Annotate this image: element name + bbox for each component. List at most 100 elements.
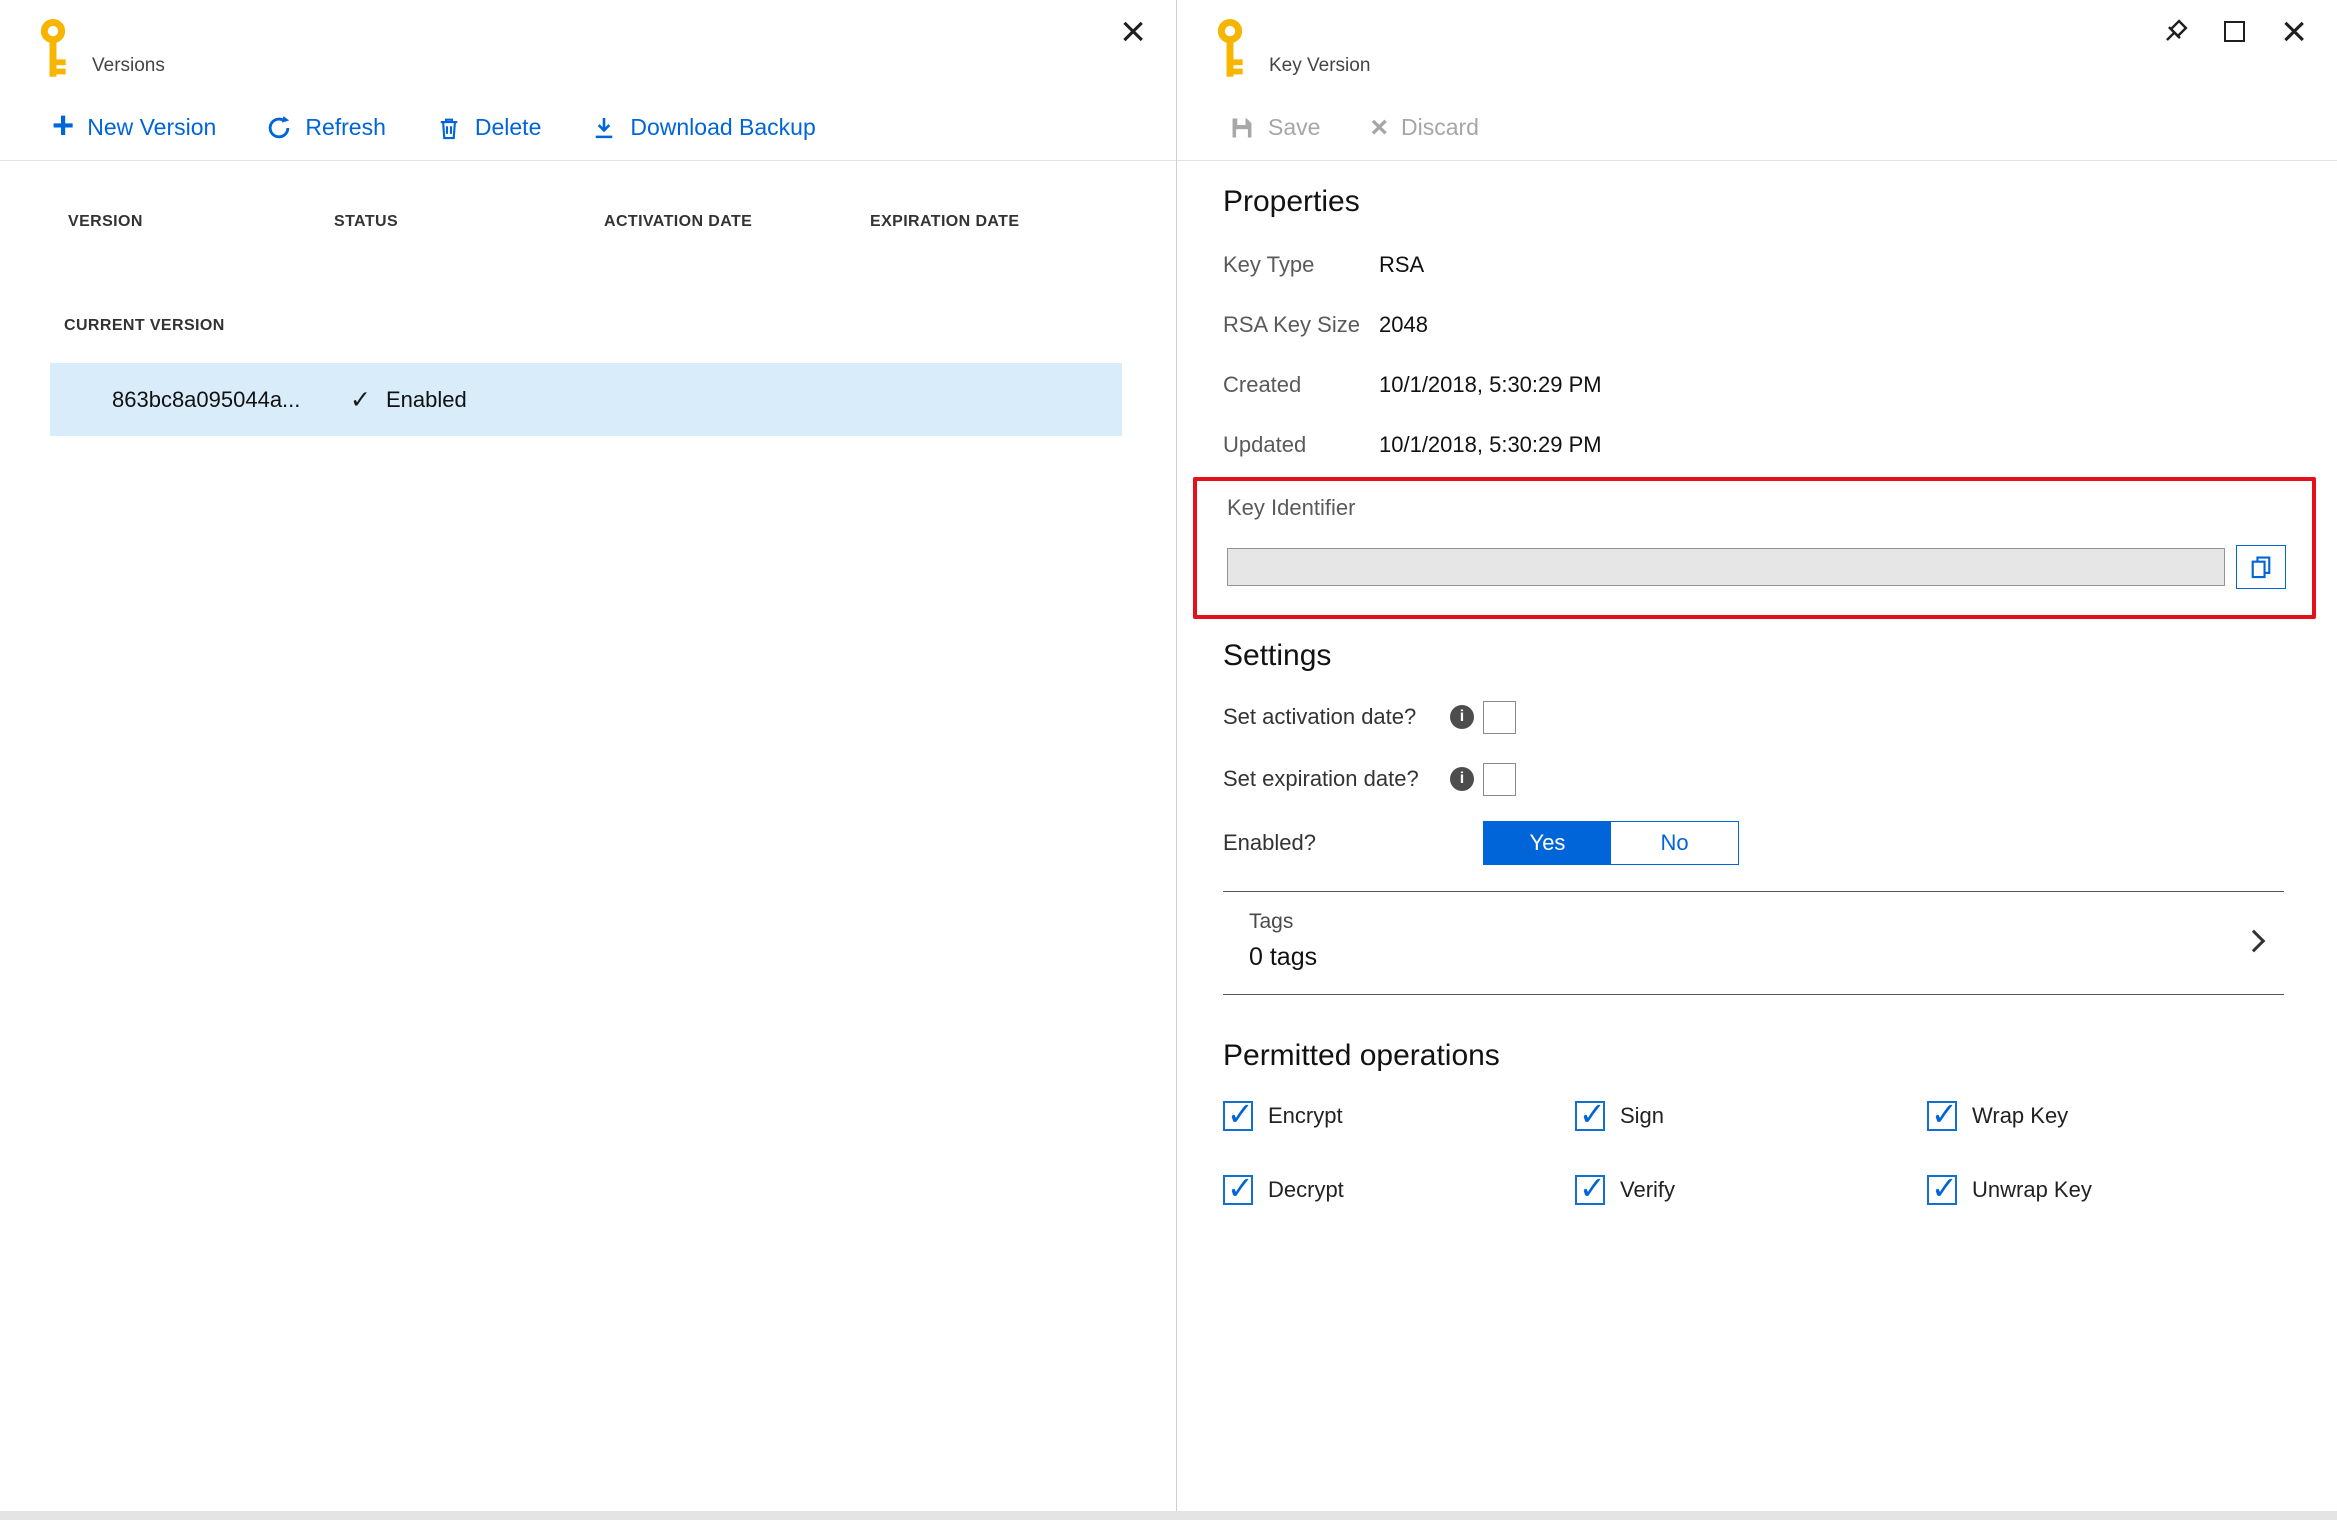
tags-text: Tags 0 tags	[1249, 910, 1317, 972]
field-key-type: Key Type RSA	[1223, 251, 2284, 279]
close-icon[interactable]: ×	[1120, 9, 1146, 53]
window-bottom-edge	[0, 1511, 2337, 1520]
info-icon[interactable]: i	[1450, 705, 1474, 729]
info-icon[interactable]: i	[1450, 767, 1474, 791]
op-label: Verify	[1620, 1177, 1676, 1202]
column-header-version: VERSION	[68, 213, 143, 230]
sign-checkbox[interactable]	[1575, 1095, 1606, 1133]
refresh-button[interactable]: Refresh	[266, 114, 386, 141]
set-activation-label: Set activation date?	[1223, 704, 1417, 729]
close-icon[interactable]: ×	[2281, 9, 2307, 53]
versions-panel-header: Versions ×	[0, 0, 1176, 95]
column-header-status: STATUS	[334, 213, 399, 230]
key-identifier-row	[1227, 545, 2286, 589]
versions-table-header: VERSION STATUS ACTIVATION DATE EXPIRATIO…	[0, 213, 1176, 231]
op-wrap-key: Wrap Key	[1927, 1095, 2284, 1133]
versions-panel: Versions × + New Version Refresh Delete …	[0, 0, 1177, 1520]
versions-toolbar: + New Version Refresh Delete Download Ba…	[0, 95, 1176, 161]
delete-button[interactable]: Delete	[436, 114, 541, 141]
op-sign: Sign	[1575, 1095, 1927, 1133]
op-label: Unwrap Key	[1972, 1177, 2092, 1202]
permitted-operations-heading: Permitted operations	[1223, 1039, 1500, 1072]
key-vault-window: Versions × + New Version Refresh Delete …	[0, 0, 2337, 1520]
op-label: Decrypt	[1268, 1177, 1344, 1202]
op-verify: Verify	[1575, 1169, 1927, 1207]
versions-panel-title: Versions	[92, 55, 165, 76]
discard-x-icon: ×	[1370, 110, 1388, 144]
enabled-label: Enabled?	[1223, 830, 1316, 855]
encrypt-checkbox[interactable]	[1223, 1095, 1254, 1133]
save-button[interactable]: Save	[1229, 114, 1320, 141]
column-header-activation: ACTIVATION DATE	[604, 213, 753, 230]
enabled-yes-button[interactable]: Yes	[1484, 822, 1611, 864]
properties-heading: Properties	[1223, 185, 1360, 218]
field-value: 2048	[1379, 312, 1428, 337]
pin-icon[interactable]	[2162, 18, 2188, 45]
key-version-toolbar: Save × Discard	[1177, 95, 2337, 161]
new-version-button[interactable]: + New Version	[52, 104, 217, 147]
enabled-no-button[interactable]: No	[1611, 822, 1738, 864]
check-icon: ✓	[350, 385, 371, 414]
permitted-operations-grid: Encrypt Sign Wrap Key Decrypt Verify	[1223, 1095, 2284, 1207]
field-value: 10/1/2018, 5:30:29 PM	[1379, 372, 1602, 397]
wrap-key-checkbox[interactable]	[1927, 1095, 1958, 1133]
field-label: Key Type	[1223, 252, 1315, 277]
key-identifier-highlight: Key Identifier	[1193, 477, 2316, 619]
op-unwrap-key: Unwrap Key	[1927, 1169, 2284, 1207]
enabled-toggle: Yes No	[1483, 821, 1739, 865]
tags-count: 0 tags	[1249, 943, 1318, 971]
copy-button[interactable]	[2236, 545, 2286, 589]
key-version-content: Properties Key Type RSA RSA Key Size 204…	[1177, 161, 2337, 1520]
field-value: 10/1/2018, 5:30:29 PM	[1379, 432, 1602, 457]
field-rsa-key-size: RSA Key Size 2048	[1223, 311, 2284, 339]
set-activation-row: Set activation date? i	[1223, 699, 2284, 735]
download-backup-label: Download Backup	[630, 114, 816, 140]
decrypt-checkbox[interactable]	[1223, 1169, 1254, 1207]
enabled-row: Enabled? Yes No	[1223, 821, 2284, 865]
plus-icon: +	[52, 104, 75, 147]
op-label: Sign	[1620, 1103, 1665, 1128]
refresh-icon	[269, 115, 290, 138]
versions-header-actions: ×	[1120, 9, 1146, 53]
field-created: Created 10/1/2018, 5:30:29 PM	[1223, 371, 2284, 399]
status-text: Enabled	[385, 386, 467, 412]
download-icon	[596, 117, 613, 138]
set-expiration-checkbox[interactable]	[1483, 762, 1516, 796]
key-version-panel: Key Version × Save × Discard Properties …	[1177, 0, 2337, 1520]
set-expiration-row: Set expiration date? i	[1223, 761, 2284, 797]
op-label: Wrap Key	[1972, 1103, 2069, 1128]
op-encrypt: Encrypt	[1223, 1095, 1575, 1133]
tags-row[interactable]: Tags 0 tags	[1223, 891, 2284, 995]
key-identifier-input[interactable]	[1227, 548, 2225, 586]
save-icon	[1232, 118, 1252, 137]
unwrap-key-checkbox[interactable]	[1927, 1169, 1958, 1207]
settings-heading: Settings	[1223, 639, 1332, 672]
discard-button[interactable]: × Discard	[1370, 110, 1479, 144]
field-updated: Updated 10/1/2018, 5:30:29 PM	[1223, 431, 2284, 459]
verify-checkbox[interactable]	[1575, 1169, 1606, 1207]
field-label: Created	[1223, 372, 1302, 397]
tags-label: Tags	[1249, 910, 1294, 933]
save-label: Save	[1268, 114, 1321, 140]
chevron-right-icon	[2242, 929, 2266, 953]
key-version-header-actions: ×	[2162, 9, 2307, 54]
new-version-label: New Version	[87, 113, 217, 140]
op-label: Encrypt	[1268, 1103, 1343, 1128]
key-version-panel-header: Key Version ×	[1177, 0, 2337, 95]
download-backup-button[interactable]: Download Backup	[591, 114, 816, 141]
key-icon	[40, 19, 66, 77]
version-id: 863bc8a095044a...	[112, 386, 301, 412]
version-row[interactable]: 863bc8a095044a... ✓ Enabled	[50, 363, 1122, 436]
set-activation-checkbox[interactable]	[1483, 700, 1516, 734]
field-value: RSA	[1379, 252, 1425, 277]
maximize-icon[interactable]	[2224, 21, 2246, 43]
discard-label: Discard	[1400, 114, 1479, 140]
delete-label: Delete	[474, 114, 542, 140]
key-identifier-label: Key Identifier	[1227, 495, 1356, 520]
field-label: Updated	[1223, 432, 1307, 457]
set-expiration-label: Set expiration date?	[1223, 766, 1419, 791]
copy-icon	[2251, 556, 2271, 579]
trash-icon	[440, 118, 458, 139]
key-version-panel-title: Key Version	[1269, 55, 1371, 76]
key-icon	[1217, 19, 1243, 77]
